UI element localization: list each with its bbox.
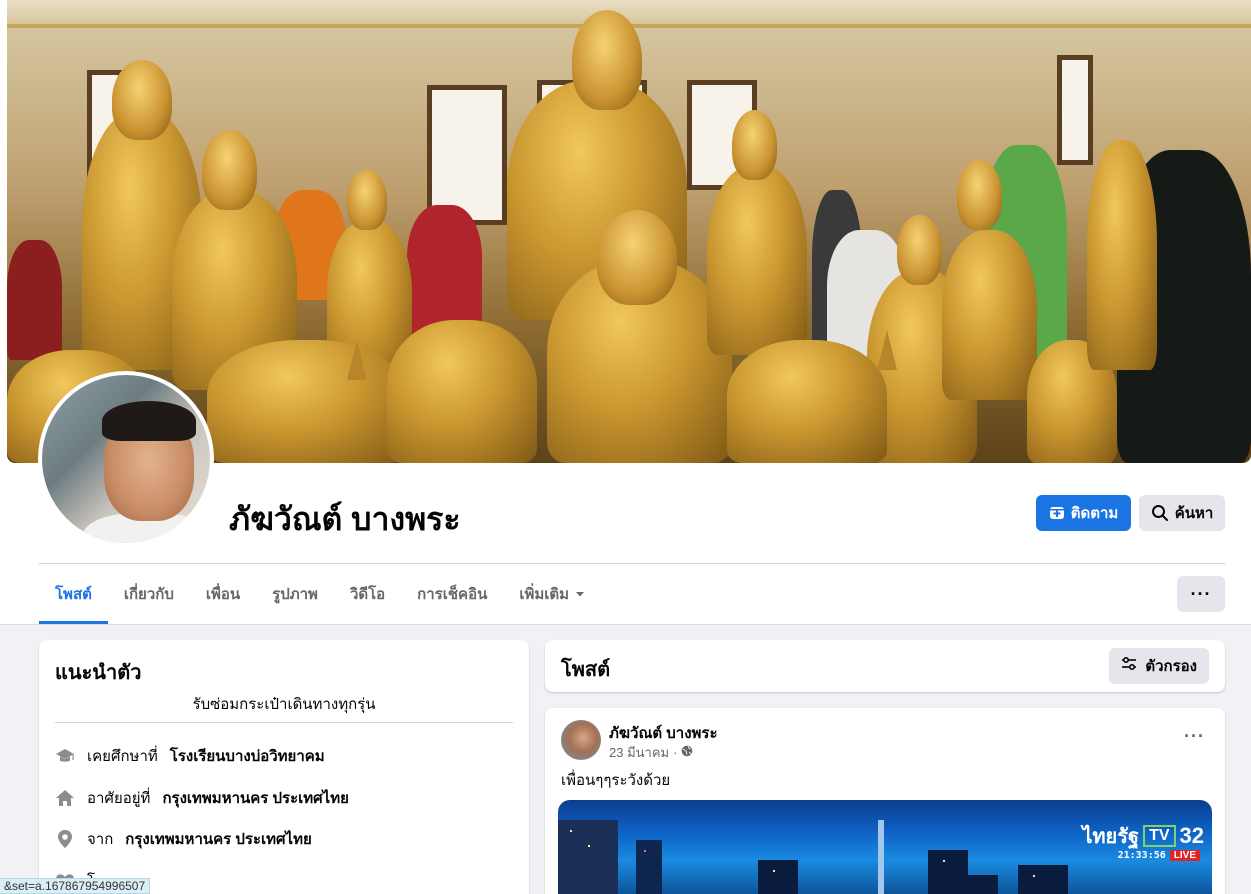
intro-education: เคยศึกษาที่ โรงเรียนบางบ่อวิทยาคม bbox=[55, 744, 325, 768]
profile-more-options-button[interactable]: ··· bbox=[1177, 576, 1225, 612]
broadcast-time: 21:33:56 LIVE bbox=[1118, 850, 1200, 861]
tab-more[interactable]: เพิ่มเติม bbox=[503, 564, 601, 624]
tab-about[interactable]: เกี่ยวกับ bbox=[108, 564, 190, 624]
caret-down-icon bbox=[575, 586, 585, 603]
intro-title: แนะนำตัว bbox=[55, 662, 142, 684]
globe-icon bbox=[681, 745, 693, 760]
intro-divider bbox=[55, 722, 513, 723]
post-media[interactable]: ไทยรัฐ TV 32 21:33:56 LIVE bbox=[558, 800, 1212, 894]
post-date[interactable]: 23 มีนาคม bbox=[609, 742, 669, 763]
search-button[interactable]: ค้นหา bbox=[1139, 495, 1225, 531]
tab-posts[interactable]: โพสต์ bbox=[39, 564, 108, 624]
post-text: เพื่อนๆๆระวังด้วย bbox=[561, 772, 671, 789]
live-badge: LIVE bbox=[1169, 850, 1200, 861]
follow-icon bbox=[1049, 505, 1065, 521]
hometown-link[interactable]: กรุงเทพมหานคร ประเทศไทย bbox=[125, 827, 311, 851]
search-icon bbox=[1151, 504, 1169, 522]
follow-button-label: ติดตาม bbox=[1070, 505, 1119, 522]
channel-logo: ไทยรัฐ TV 32 bbox=[1082, 820, 1204, 852]
post: ภัฆวัณต์ บางพระ 23 มีนาคม · ··· เพื่อนๆๆ… bbox=[545, 708, 1225, 894]
intro-from: จาก กรุงเทพมหานคร ประเทศไทย bbox=[55, 827, 312, 851]
follow-button[interactable]: ติดตาม bbox=[1036, 495, 1131, 531]
intro-bio: รับซ่อมกระเป๋าเดินทางทุกรุ่น bbox=[192, 696, 376, 713]
lives-in-link[interactable]: กรุงเทพมหานคร ประเทศไทย bbox=[162, 786, 348, 810]
posts-header-card: โพสต์ ตัวกรอง bbox=[545, 640, 1225, 692]
intro-card: แนะนำตัว รับซ่อมกระเป๋าเดินทางทุกรุ่น เค… bbox=[39, 640, 529, 894]
more-options-icon: ··· bbox=[1190, 583, 1212, 604]
intro-lives-in: อาศัยอยู่ที่ กรุงเทพมหานคร ประเทศไทย bbox=[55, 786, 349, 810]
cover-photo[interactable] bbox=[7, 0, 1251, 463]
tab-checkins[interactable]: การเช็คอิน bbox=[401, 564, 503, 624]
channel-name: ไทยรัฐ bbox=[1082, 826, 1140, 848]
post-meta: 23 มีนาคม · bbox=[609, 742, 693, 763]
post-options-icon[interactable]: ··· bbox=[1184, 726, 1205, 747]
channel-tv: TV bbox=[1143, 825, 1176, 847]
header-shadow bbox=[0, 624, 1251, 625]
tab-videos[interactable]: วิดีโอ bbox=[334, 564, 401, 624]
profile-picture[interactable] bbox=[38, 371, 214, 547]
tab-friends[interactable]: เพื่อน bbox=[190, 564, 256, 624]
profile-name: ภัฆวัณต์ บางพระ bbox=[229, 501, 461, 537]
location-pin-icon bbox=[55, 829, 75, 849]
filter-button[interactable]: ตัวกรอง bbox=[1109, 648, 1209, 684]
profile-tabs: โพสต์ เกี่ยวกับ เพื่อน รูปภาพ วิดีโอ การ… bbox=[39, 564, 601, 624]
channel-number: 32 bbox=[1179, 823, 1204, 848]
tab-photos[interactable]: รูปภาพ bbox=[256, 564, 334, 624]
home-icon bbox=[55, 788, 75, 808]
search-button-label: ค้นหา bbox=[1174, 505, 1214, 522]
education-school-link[interactable]: โรงเรียนบางบ่อวิทยาคม bbox=[170, 744, 325, 768]
posts-title: โพสต์ bbox=[561, 659, 611, 681]
post-author-avatar[interactable] bbox=[561, 720, 601, 760]
filter-button-label: ตัวกรอง bbox=[1145, 658, 1197, 675]
graduation-cap-icon bbox=[55, 746, 75, 766]
filter-sliders-icon bbox=[1121, 656, 1137, 675]
status-bar-url: &set=a.167867954996507 bbox=[0, 878, 151, 894]
